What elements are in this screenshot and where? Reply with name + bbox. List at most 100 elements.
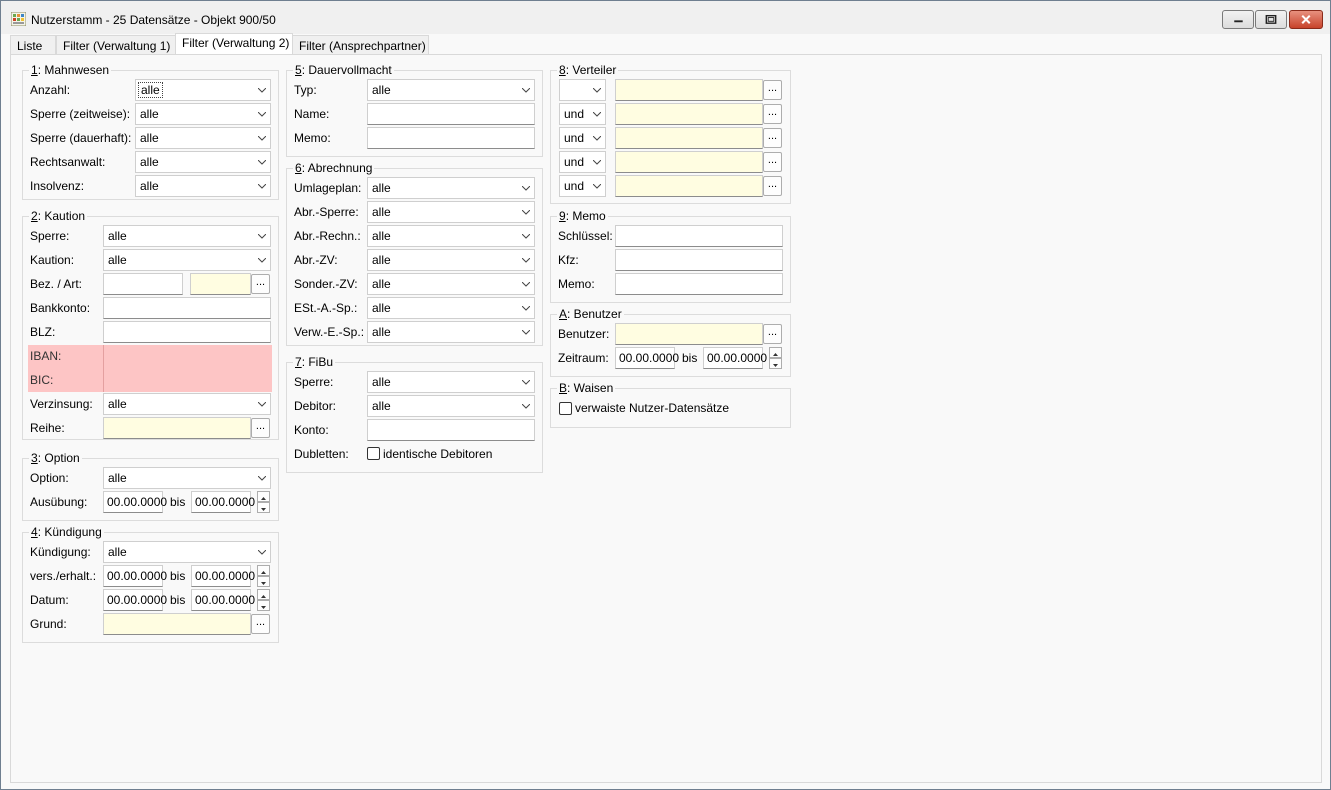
browse-reihe-button[interactable]: ... (251, 418, 270, 438)
select-kaution[interactable]: alle (103, 249, 271, 271)
tab-liste[interactable]: Liste (10, 35, 56, 54)
select-rechtsanwalt[interactable]: alle (135, 151, 271, 173)
spin-up-button[interactable] (769, 347, 782, 358)
spin-up-button[interactable] (257, 491, 270, 502)
browse-verteiler-5-button[interactable]: ... (763, 176, 782, 196)
spinner-ausuebung[interactable] (257, 491, 270, 513)
select-option[interactable]: alle (103, 467, 271, 489)
label-vers-erhalt: vers./erhalt.: (30, 569, 97, 583)
input-bic[interactable] (103, 369, 272, 392)
select-verteiler-op-1[interactable] (559, 79, 606, 101)
browse-benutzer-button[interactable]: ... (763, 324, 782, 344)
select-typ[interactable]: alle (367, 79, 535, 101)
input-grund[interactable] (103, 613, 251, 635)
label-ausuebung: Ausübung: (30, 495, 88, 509)
input-ausuebung-to[interactable]: 00.00.0000 (191, 491, 255, 513)
input-kfz[interactable] (615, 249, 783, 271)
chevron-down-icon (522, 380, 530, 385)
spinner-datum[interactable] (257, 589, 270, 611)
browse-verteiler-1-button[interactable]: ... (763, 80, 782, 100)
input-ausuebung-from[interactable]: 00.00.0000 (103, 491, 167, 513)
select-debitor[interactable]: alle (367, 395, 535, 417)
input-verteiler-3[interactable] (615, 127, 763, 149)
select-abr-rechn[interactable]: alle (367, 225, 535, 247)
chevron-down-icon (258, 258, 266, 263)
input-benutzer[interactable] (615, 323, 763, 345)
input-iban[interactable] (103, 345, 272, 368)
spinner-zeitraum[interactable] (769, 347, 782, 369)
browse-art-button[interactable]: ... (251, 274, 270, 294)
checkbox-identische-debitoren[interactable] (367, 447, 380, 460)
label-reihe: Reihe: (30, 421, 65, 435)
spin-down-button[interactable] (769, 358, 782, 369)
label-kaution: Kaution: (30, 253, 75, 267)
minimize-button[interactable] (1222, 10, 1254, 29)
input-bankkonto[interactable] (103, 297, 271, 319)
select-verteiler-op-2[interactable]: und (559, 103, 606, 125)
select-anzahl[interactable]: alle (135, 79, 271, 101)
select-abr-sperre[interactable]: alle (367, 201, 535, 223)
select-verteiler-op-4[interactable]: und (559, 151, 606, 173)
close-button[interactable] (1289, 10, 1323, 29)
select-abr-zv[interactable]: alle (367, 249, 535, 271)
select-kuendigung[interactable]: alle (103, 541, 271, 563)
browse-verteiler-2-button[interactable]: ... (763, 104, 782, 124)
label-bis: bis (170, 569, 186, 583)
input-memo[interactable] (367, 127, 535, 149)
select-sonder-zv[interactable]: alle (367, 273, 535, 295)
select-sperre-zeitweise[interactable]: alle (135, 103, 271, 125)
input-verteiler-4[interactable] (615, 151, 763, 173)
spin-down-button[interactable] (257, 502, 270, 513)
input-konto[interactable] (367, 419, 535, 441)
restore-button[interactable] (1255, 10, 1287, 29)
spin-up-button[interactable] (257, 589, 270, 600)
spin-down-button[interactable] (257, 600, 270, 611)
tab-filter-verwaltung-2[interactable]: Filter (Verwaltung 2) (175, 33, 293, 54)
select-est-a-sp[interactable]: alle (367, 297, 535, 319)
checkbox-verwaiste-datensaetze[interactable] (559, 402, 572, 415)
input-zeitraum-to[interactable]: 00.00.0000 (703, 347, 767, 369)
input-verteiler-5[interactable] (615, 175, 763, 197)
input-memo-9[interactable] (615, 273, 783, 295)
spin-up-button[interactable] (257, 565, 270, 576)
browse-verteiler-3-button[interactable]: ... (763, 128, 782, 148)
select-verzinsung[interactable]: alle (103, 393, 271, 415)
input-name[interactable] (367, 103, 535, 125)
select-kaution-sperre[interactable]: alle (103, 225, 271, 247)
group-waisen: B: Waisen verwaiste Nutzer-Datensätze (550, 382, 791, 428)
input-datum-to[interactable]: 00.00.0000 (191, 589, 255, 611)
input-schluessel[interactable] (615, 225, 783, 247)
group-kuendigung: 4: Kündigung Kündigung: alle vers./erhal… (22, 526, 279, 643)
input-verteiler-2[interactable] (615, 103, 763, 125)
tab-filter-ansprechpartner[interactable]: Filter (Ansprechpartner) (292, 35, 429, 54)
input-vers-from[interactable]: 00.00.0000 (103, 565, 167, 587)
label-kfz: Kfz: (558, 253, 579, 267)
input-reihe[interactable] (103, 417, 251, 439)
select-verteiler-op-3[interactable]: und (559, 127, 606, 149)
group-title-mahnwesen: 1: Mahnwesen (29, 63, 112, 77)
select-umlageplan[interactable]: alle (367, 177, 535, 199)
restore-icon (1265, 14, 1277, 24)
input-vers-to[interactable]: 00.00.0000 (191, 565, 255, 587)
select-fibu-sperre[interactable]: alle (367, 371, 535, 393)
input-datum-from[interactable]: 00.00.0000 (103, 589, 167, 611)
input-blz[interactable] (103, 321, 271, 343)
group-kaution: 2: Kaution Sperre: alle Kaution: alle Be… (22, 210, 279, 440)
select-insolvenz[interactable]: alle (135, 175, 271, 197)
label-kuendigung: Kündigung: (30, 545, 91, 559)
input-zeitraum-from[interactable]: 00.00.0000 (615, 347, 679, 369)
browse-verteiler-4-button[interactable]: ... (763, 152, 782, 172)
label-rechtsanwalt: Rechtsanwalt: (30, 155, 106, 169)
spinner-vers[interactable] (257, 565, 270, 587)
label-konto: Konto: (294, 423, 329, 437)
select-verw-e-sp[interactable]: alle (367, 321, 535, 343)
select-verteiler-op-5[interactable]: und (559, 175, 606, 197)
browse-grund-button[interactable]: ... (251, 614, 270, 634)
select-sperre-dauerhaft[interactable]: alle (135, 127, 271, 149)
spin-down-button[interactable] (257, 576, 270, 587)
input-verteiler-1[interactable] (615, 79, 763, 101)
input-bez[interactable] (103, 273, 183, 295)
label-dubletten: Dubletten: (294, 447, 349, 461)
tab-filter-verwaltung-1[interactable]: Filter (Verwaltung 1) (56, 35, 177, 54)
input-art[interactable] (190, 273, 251, 295)
